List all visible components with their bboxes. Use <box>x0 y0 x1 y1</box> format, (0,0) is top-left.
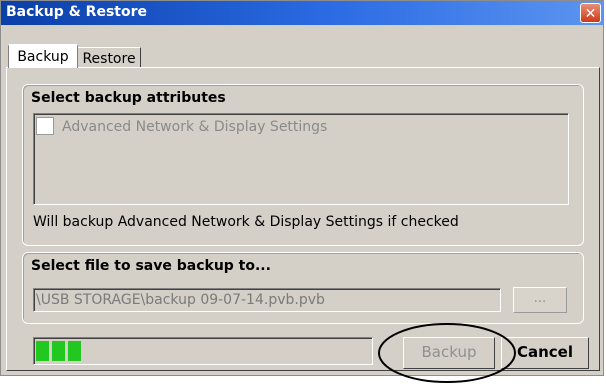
tab-backup[interactable]: Backup <box>8 44 78 68</box>
tab-restore-label: Restore <box>82 51 136 67</box>
window-title: Backup & Restore <box>6 4 147 20</box>
backup-file-title: Select file to save backup to... <box>31 258 271 274</box>
progress-chunk <box>68 341 81 361</box>
tab-backup-label: Backup <box>17 49 69 65</box>
close-button[interactable]: ✕ <box>580 3 601 23</box>
highlight-oval <box>378 323 516 383</box>
browse-button[interactable]: ... <box>513 287 567 313</box>
advanced-settings-label[interactable]: Advanced Network & Display Settings <box>62 119 327 135</box>
close-icon: ✕ <box>584 6 597 22</box>
progress-chunk <box>52 341 65 361</box>
backup-file-path-field[interactable]: \USB STORAGE\backup 09-07-14.pvb.pvb <box>33 288 501 312</box>
tab-restore[interactable]: Restore <box>77 47 141 68</box>
title-bar[interactable]: Backup & Restore ✕ <box>1 1 603 25</box>
progress-fill <box>36 341 81 361</box>
backup-attributes-title: Select backup attributes <box>31 90 226 106</box>
backup-progress-bar <box>33 337 373 365</box>
progress-chunk <box>36 341 49 361</box>
advanced-settings-checkbox[interactable] <box>36 117 54 135</box>
backup-hint-text: Will backup Advanced Network & Display S… <box>33 214 459 230</box>
